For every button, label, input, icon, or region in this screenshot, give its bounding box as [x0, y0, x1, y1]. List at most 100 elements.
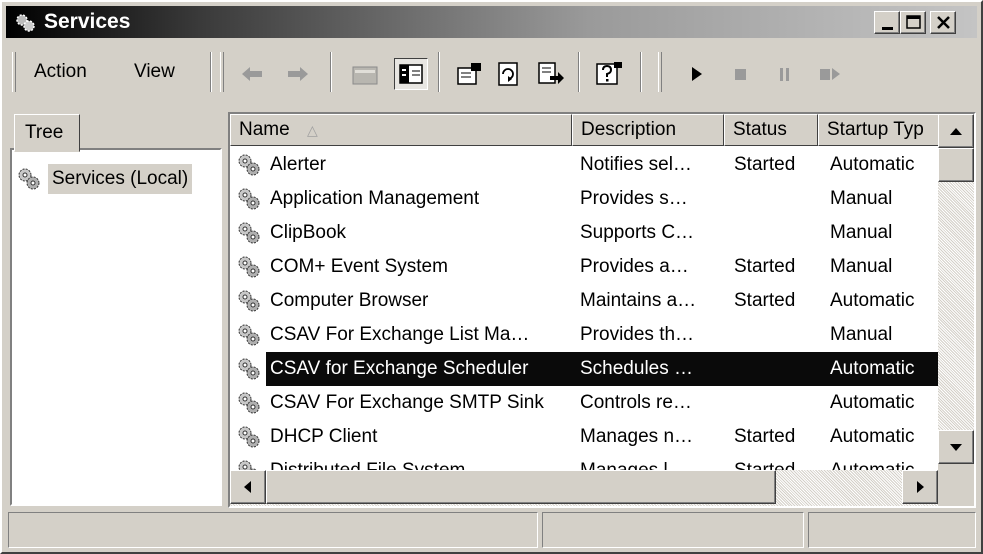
cell-startup: Manual [830, 222, 893, 243]
table-row[interactable]: CSAV for Exchange Scheduler Schedules … Au… [230, 352, 938, 386]
column-header-status[interactable]: Status [724, 114, 818, 146]
pause-service-button[interactable] [770, 60, 800, 88]
forward-button[interactable] [282, 60, 312, 88]
window-title: Services [44, 10, 131, 33]
toolbar-grip-3[interactable] [658, 52, 662, 92]
cell-status: Started [734, 426, 796, 447]
tab-tree[interactable]: Tree [14, 114, 80, 152]
tab-tree-label: Tree [25, 122, 64, 143]
gear-icon [238, 188, 260, 210]
status-panel-3 [808, 512, 976, 548]
up-folder-button[interactable] [350, 60, 380, 88]
vertical-scrollbar[interactable] [938, 114, 974, 464]
gear-icon [238, 358, 260, 380]
menu-view[interactable]: View [134, 52, 175, 92]
horizontal-scroll-thumb[interactable] [266, 470, 776, 504]
close-icon [937, 16, 950, 29]
show-hide-tree-button[interactable] [394, 58, 428, 90]
tree-pane[interactable] [10, 148, 222, 506]
horizontal-scrollbar[interactable] [230, 470, 938, 506]
cell-description: Notifies sel… [580, 154, 692, 175]
properties-button[interactable] [454, 60, 484, 88]
scroll-down-button[interactable] [938, 430, 974, 464]
cell-description: Manages n… [580, 426, 694, 447]
cell-description: Provides th… [580, 324, 695, 345]
menu-action[interactable]: Action [34, 52, 87, 92]
scroll-up-button[interactable] [938, 114, 974, 148]
column-header-label: Startup Typ [827, 119, 924, 140]
cell-name: ClipBook [270, 222, 347, 243]
restart-service-icon [820, 68, 840, 80]
scroll-corner [938, 464, 974, 506]
export-list-icon [538, 62, 564, 84]
scroll-left-button[interactable] [230, 470, 266, 504]
back-icon [242, 67, 262, 81]
tree-item-services-local[interactable]: Services (Local) [14, 164, 220, 194]
table-row[interactable]: Application Management Provides s… Manual [230, 182, 938, 216]
gear-icon [238, 256, 260, 278]
arrow-up-icon [950, 128, 962, 135]
toolbar-separator [438, 52, 440, 92]
toolbar-grip-2[interactable] [220, 52, 224, 92]
cell-name: Application Management [270, 188, 480, 209]
minimize-button[interactable] [874, 11, 900, 34]
services-icon [14, 12, 36, 34]
back-button[interactable] [238, 60, 268, 88]
refresh-button[interactable] [494, 60, 524, 88]
gear-icon [238, 290, 260, 312]
forward-icon [288, 67, 308, 81]
restart-service-button[interactable] [814, 60, 844, 88]
maximize-button[interactable] [900, 11, 926, 34]
toolbar-separator [578, 52, 580, 92]
gear-icon [238, 154, 260, 176]
table-row[interactable]: CSAV For Exchange SMTP Sink Controls re… A… [230, 386, 938, 420]
table-row[interactable]: ClipBook Supports C… Manual [230, 216, 938, 250]
column-header-name[interactable]: Name △ [230, 114, 572, 146]
cell-startup: Manual [830, 324, 893, 345]
sort-ascending-icon: △ [306, 122, 318, 138]
cell-description: Controls re… [580, 392, 692, 413]
column-header-description[interactable]: Description [572, 114, 724, 146]
cell-startup: Automatic [830, 426, 915, 447]
table-row[interactable]: Computer Browser Maintains a… Started Autom… [230, 284, 938, 318]
help-button[interactable] [594, 60, 624, 88]
table-row[interactable]: Alerter Notifies sel… Started Automatic [230, 148, 938, 182]
column-header-label: Name [239, 119, 290, 140]
start-service-icon [692, 67, 702, 81]
cell-status: Started [734, 154, 796, 175]
toolbar-separator [330, 52, 332, 92]
refresh-icon [498, 62, 518, 86]
gear-icon [238, 392, 260, 414]
menu-view-label: View [134, 61, 175, 82]
cell-name: Computer Browser [270, 290, 429, 311]
table-row[interactable]: COM+ Event System Provides a… Started Manua… [230, 250, 938, 284]
cell-startup: Automatic [830, 290, 915, 311]
up-folder-icon [352, 66, 378, 85]
minimize-icon [882, 27, 893, 30]
services-list[interactable]: Name △ Description Status Startup Typ Al… [228, 112, 976, 508]
table-row[interactable]: DHCP Client Manages n… Started Automatic [230, 420, 938, 454]
table-row[interactable]: CSAV For Exchange List Ma… Provides th… Ma… [230, 318, 938, 352]
gear-icon [238, 222, 260, 244]
toolbar-grip[interactable] [12, 52, 16, 92]
gear-icon [18, 168, 40, 190]
column-header-startup-type[interactable]: Startup Typ [818, 114, 942, 146]
title-bar[interactable] [6, 6, 977, 38]
status-panel-2 [542, 512, 804, 548]
close-button[interactable] [930, 11, 956, 34]
scroll-thumb[interactable] [938, 148, 974, 182]
start-service-button[interactable] [682, 60, 712, 88]
export-list-button[interactable] [536, 60, 566, 88]
gear-icon [238, 426, 260, 448]
cell-description: Maintains a… [580, 290, 697, 311]
arrow-left-icon [244, 481, 251, 493]
arrow-down-icon [950, 444, 962, 451]
cell-description: Provides a… [580, 256, 689, 277]
gear-icon [238, 324, 260, 346]
cell-startup: Manual [830, 188, 893, 209]
scroll-right-button[interactable] [902, 470, 938, 504]
cell-description: Schedules … [580, 358, 694, 379]
column-header-label: Status [733, 119, 787, 140]
help-icon [596, 62, 622, 85]
stop-service-button[interactable] [726, 60, 756, 88]
